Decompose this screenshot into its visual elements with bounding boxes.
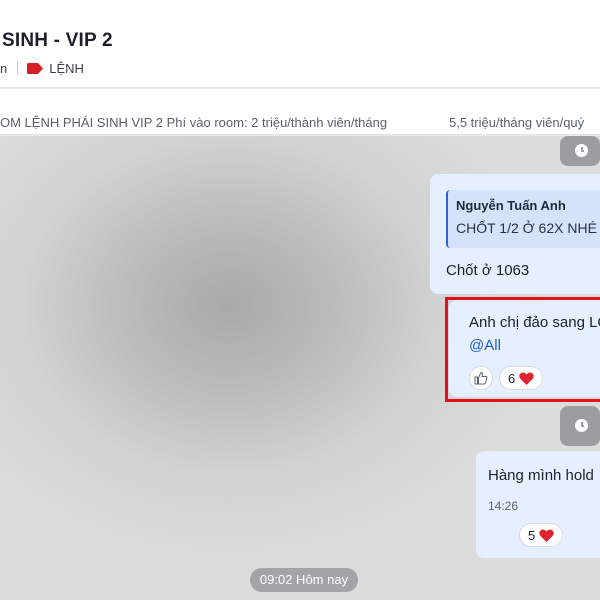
heart-icon [539,529,554,542]
quote-text: CHỐT 1/2 Ở 62X NHÉ [456,220,597,236]
group-title[interactable]: SINH - VIP 2 [2,30,113,52]
member-info[interactable]: n [0,61,7,76]
time-toggle[interactable] [560,406,600,446]
message-text: Chốt ở 1063 [446,262,530,279]
message-bubble[interactable]: Nguyễn Tuấn Anh CHỐT 1/2 Ở 62X NHÉ Chốt … [430,174,600,294]
header-subrow: n LỆNH [0,58,84,78]
tag-icon [27,62,44,74]
tag-label[interactable]: LỆNH [49,61,84,76]
pinned-text: OM LỆNH PHÁI SINH VIP 2 Phí vào room: 2 … [0,115,388,130]
time-toggle[interactable] [560,136,600,166]
clock-icon [575,144,588,157]
quote-author: Nguyễn Tuấn Anh [456,198,566,213]
chat-area: Nguyễn Tuấn Anh CHỐT 1/2 Ở 62X NHÉ Chốt … [0,136,600,600]
quoted-message[interactable]: Nguyễn Tuấn Anh CHỐT 1/2 Ở 62X NHÉ [446,190,600,248]
divider [17,61,19,75]
pinned-text-extra: 5,5 triệu/tháng viên/quý [449,115,585,130]
chat-header: SINH - VIP 2 n LỆNH [0,0,600,88]
reaction-count-value: 5 [528,527,536,543]
clock-icon [575,419,588,432]
reaction-count[interactable]: 5 [519,523,564,547]
message-bubble[interactable]: Hàng mình hold 14:26 5 [476,451,600,558]
date-separator: 09:02 Hôm nay [250,568,358,592]
message-time: 14:26 [488,499,519,513]
pinned-message-bar[interactable]: OM LỆNH PHÁI SINH VIP 2 Phí vào room: 2 … [0,89,600,135]
highlight-box [445,297,600,402]
message-text: Hàng mình hold [488,467,594,484]
